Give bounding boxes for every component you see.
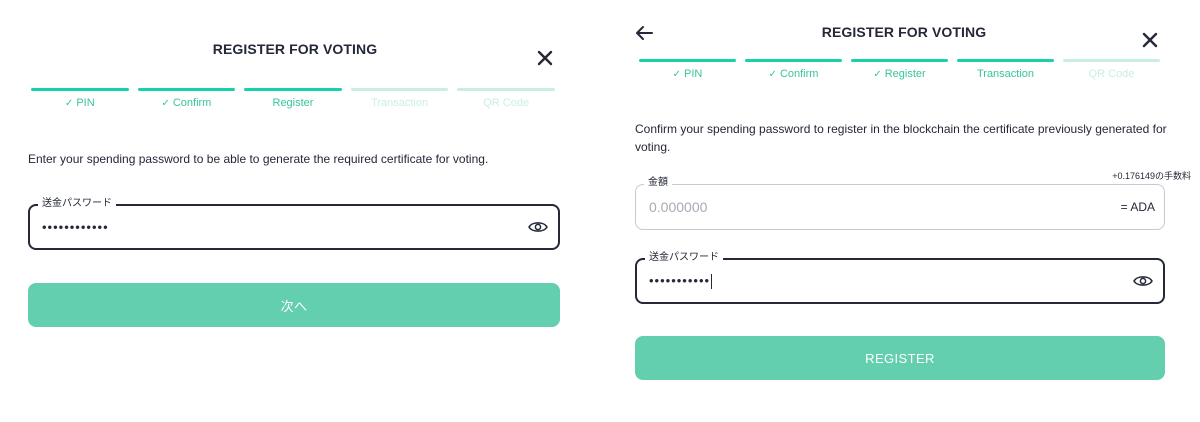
instructions-text: Enter your spending password to be able … — [28, 152, 489, 166]
step-bar — [745, 59, 842, 62]
password-label: 送金パスワード — [645, 251, 723, 265]
ada-conversion: = ADA — [1120, 200, 1155, 214]
step-pin: ✓ PIN — [639, 59, 736, 80]
step-label: PIN — [76, 97, 95, 109]
step-bar — [244, 88, 342, 91]
step-label: Register — [272, 97, 314, 109]
check-icon: ✓ — [64, 98, 74, 109]
dialog-title: REGISTER FOR VOTING — [821, 24, 987, 40]
register-button[interactable]: REGISTER — [635, 336, 1165, 380]
check-icon: ✓ — [161, 98, 170, 109]
step-label: PIN — [684, 68, 703, 80]
step-bar — [350, 88, 449, 91]
progress-stepper: ✓ PIN ✓ Confirm ✓ Register Transaction QR C… — [639, 59, 1160, 80]
amount-label: 金額 — [644, 176, 672, 190]
password-label: 送金パスワード — [38, 197, 116, 211]
step-label: Transaction — [371, 97, 429, 109]
step-register: Register — [244, 88, 342, 109]
instructions-text: Confirm your spending password to regist… — [635, 122, 1167, 154]
step-transaction: Transaction — [350, 88, 449, 109]
step-register: ✓ Register — [851, 59, 948, 80]
amount-field: 金額 0.000000 = ADA — [635, 176, 1165, 230]
transaction-fee: +0.176149の手数料 — [1112, 171, 1191, 181]
check-icon: ✓ — [768, 69, 777, 80]
step-label: Confirm — [172, 97, 212, 109]
step-qr-code: QR Code — [1063, 59, 1160, 80]
step-bar — [1063, 59, 1160, 62]
step-pin: ✓ PIN — [31, 88, 129, 109]
eye-icon[interactable] — [1133, 274, 1153, 288]
step-label: Confirm — [779, 68, 819, 80]
step-qr-code: QR Code — [457, 88, 555, 109]
next-button[interactable]: 次へ — [28, 283, 560, 327]
progress-stepper: ✓ PIN ✓ Confirm Register Transaction QR Co… — [31, 88, 555, 109]
password-value[interactable]: •••••••••••• — [42, 220, 109, 235]
confirm-register-panel: REGISTER FOR VOTING ✓ PIN ✓ Confirm ✓ Regis… — [608, 0, 1200, 422]
step-bar — [639, 59, 736, 62]
check-icon: ✓ — [873, 69, 882, 80]
step-bar — [851, 59, 948, 62]
step-bar — [31, 88, 129, 91]
step-label: Transaction — [976, 68, 1035, 80]
step-confirm: ✓ Confirm — [745, 59, 842, 80]
password-input[interactable]: ••••••••••• — [649, 272, 713, 290]
step-transaction: Transaction — [957, 59, 1054, 80]
step-bar — [137, 88, 236, 91]
amount-value: 0.000000 — [649, 199, 708, 215]
check-icon: ✓ — [672, 69, 682, 80]
step-confirm: ✓ Confirm — [137, 88, 236, 109]
close-icon[interactable] — [1139, 29, 1161, 51]
eye-icon[interactable] — [528, 220, 548, 234]
close-icon[interactable] — [534, 47, 556, 69]
step-label: Register — [884, 68, 926, 80]
step-bar — [457, 88, 555, 91]
step-label: QR Code — [1088, 68, 1135, 80]
password-value: ••••••••••• — [649, 272, 711, 288]
enter-password-panel: REGISTER FOR VOTING ✓ PIN ✓ Confirm Regist… — [0, 0, 590, 422]
dialog-title: REGISTER FOR VOTING — [212, 41, 378, 57]
spending-password-field[interactable]: 送金パスワード •••••••••••• — [28, 197, 560, 250]
step-bar — [957, 59, 1054, 62]
spending-password-field[interactable]: 送金パスワード ••••••••••• — [635, 251, 1165, 304]
step-label: QR Code — [483, 97, 530, 109]
text-cursor — [711, 274, 713, 290]
